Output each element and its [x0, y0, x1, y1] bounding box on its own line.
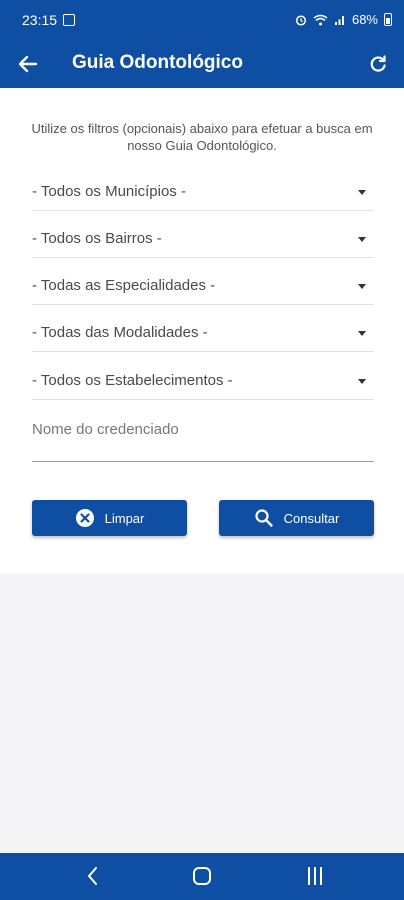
search-button-label: Consultar	[283, 510, 340, 526]
battery-percent: 68%	[351, 12, 378, 27]
refresh-icon	[370, 55, 386, 72]
select-label: - Todos os Municípios -	[32, 183, 186, 200]
search-icon	[255, 509, 273, 527]
municipios-select[interactable]: - Todos os Municípios -	[32, 171, 374, 211]
intro-text: Utilize os filtros (opcionais) abaixo pa…	[31, 121, 373, 153]
dropdown-arrow-icon	[358, 190, 366, 195]
search-button[interactable]: Consultar	[219, 500, 374, 536]
system-navigation-bar	[0, 853, 404, 900]
status-indicators: 68%	[295, 12, 392, 27]
select-label: - Todas das Modalidades -	[32, 324, 208, 341]
credenciado-name-input[interactable]	[32, 414, 374, 462]
clear-button-label: Limpar	[104, 510, 145, 526]
especialidades-select[interactable]: - Todas as Especialidades -	[32, 265, 374, 305]
nav-recents-icon[interactable]	[306, 867, 324, 885]
clear-circle-icon	[75, 509, 94, 527]
select-label: - Todos os Estabelecimentos -	[32, 372, 233, 389]
nav-back-icon[interactable]	[84, 865, 102, 887]
signal-icon	[334, 15, 344, 25]
bairros-select[interactable]: - Todos os Bairros -	[32, 218, 374, 258]
alarm-icon	[295, 14, 307, 26]
battery-icon	[384, 13, 392, 26]
dropdown-arrow-icon	[358, 379, 366, 384]
estabelecimentos-select[interactable]: - Todos os Estabelecimentos -	[32, 360, 374, 400]
back-button[interactable]	[14, 50, 42, 78]
modalidades-select[interactable]: - Todas das Modalidades -	[32, 312, 374, 352]
select-label: - Todas as Especialidades -	[32, 277, 216, 294]
select-label: - Todos os Bairros -	[32, 230, 162, 247]
dropdown-arrow-icon	[358, 237, 366, 242]
dropdown-arrow-icon	[358, 331, 366, 336]
nav-home-icon[interactable]	[193, 867, 211, 885]
refresh-button[interactable]	[364, 50, 392, 78]
dropdown-arrow-icon	[358, 284, 366, 289]
status-bar: 23:15 68%	[0, 0, 404, 40]
wifi-icon	[313, 14, 328, 25]
status-time: 23:15	[22, 12, 58, 28]
gallery-notification-icon	[63, 14, 75, 26]
clear-button[interactable]: Limpar	[32, 500, 187, 536]
page-title: Guia Odontológico	[72, 52, 243, 73]
arrow-left-icon	[18, 55, 38, 73]
